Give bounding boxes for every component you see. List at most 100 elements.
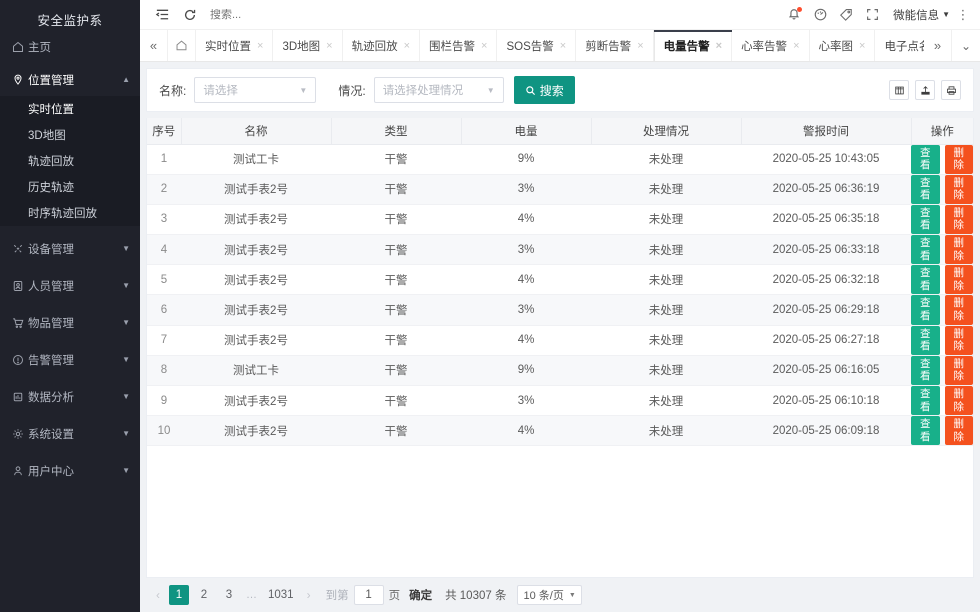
columns-icon[interactable] [889, 80, 909, 100]
sidebar-subitem-history-track[interactable]: 历史轨迹 [0, 174, 140, 200]
close-icon[interactable]: × [481, 40, 487, 52]
user-menu[interactable]: 微能信息 ▼ [893, 7, 950, 23]
tab-item[interactable]: 电量告警× [654, 30, 732, 61]
close-icon[interactable]: × [637, 40, 643, 52]
view-button[interactable]: 查看 [911, 235, 940, 264]
delete-button[interactable]: 删除 [945, 386, 974, 415]
row-action-group: 查看删除 [911, 205, 973, 234]
menu-collapse-icon[interactable] [148, 1, 176, 29]
view-button[interactable]: 查看 [911, 356, 940, 385]
dashboard-icon[interactable] [807, 2, 833, 28]
delete-button[interactable]: 删除 [945, 175, 974, 204]
close-icon[interactable]: × [257, 40, 263, 52]
page-size-select[interactable]: 10 条/页 ▼ [517, 585, 581, 605]
sidebar-item-system-settings[interactable]: 系统设置 ▼ [0, 417, 140, 450]
pagination-next-button[interactable]: › [303, 588, 315, 602]
tag-icon[interactable] [833, 2, 859, 28]
delete-button[interactable]: 删除 [945, 326, 974, 355]
tab-strip: « 实时位置×3D地图×轨迹回放×围栏告警×SOS告警×剪断告警×电量告警×心率… [140, 30, 980, 62]
cell-battery: 3% [461, 295, 591, 325]
chevron-down-icon: ▼ [122, 393, 130, 401]
tab-item[interactable]: 实时位置× [196, 30, 273, 61]
sidebar-item-personnel-management[interactable]: 人员管理 ▼ [0, 269, 140, 302]
more-options-icon[interactable]: ⋮ [954, 8, 972, 21]
delete-button[interactable]: 删除 [945, 145, 974, 174]
cell-idx: 2 [147, 174, 181, 204]
sidebar-item-item-management[interactable]: 物品管理 ▼ [0, 306, 140, 339]
sidebar-item-data-analysis[interactable]: 数据分析 ▼ [0, 380, 140, 413]
close-icon[interactable]: × [326, 40, 332, 52]
tab-item[interactable]: 心率告警× [732, 30, 809, 61]
close-icon[interactable]: × [404, 40, 410, 52]
view-button[interactable]: 查看 [911, 175, 940, 204]
table-row: 3测试手表2号干警4%未处理2020-05-25 06:35:18查看删除 [147, 204, 973, 234]
cell-battery: 3% [461, 174, 591, 204]
delete-button[interactable]: 删除 [945, 356, 974, 385]
tab-item[interactable]: 剪断告警× [576, 30, 653, 61]
sidebar-item-device-management[interactable]: 设备管理 ▼ [0, 232, 140, 265]
close-icon[interactable]: × [560, 40, 566, 52]
tab-item[interactable]: SOS告警× [497, 30, 576, 61]
tab-item[interactable]: 电子点名统计图× [875, 30, 924, 61]
cell-type: 干警 [331, 265, 461, 295]
delete-button[interactable]: 删除 [945, 295, 974, 324]
sidebar-item-home[interactable]: 主页 [0, 30, 140, 63]
bell-icon[interactable] [781, 2, 807, 28]
cell-idx: 4 [147, 235, 181, 265]
tab-list: 实时位置×3D地图×轨迹回放×围栏告警×SOS告警×剪断告警×电量告警×心率告警… [196, 30, 924, 61]
view-button[interactable]: 查看 [911, 326, 940, 355]
tab-item[interactable]: 3D地图× [273, 30, 342, 61]
home-tab-icon[interactable] [168, 30, 196, 61]
pagination-page-3[interactable]: 3 [219, 585, 239, 605]
close-icon[interactable]: × [716, 40, 722, 52]
delete-button[interactable]: 删除 [945, 416, 974, 445]
sidebar-subitem-track-playback[interactable]: 轨迹回放 [0, 148, 140, 174]
cell-name: 测试手表2号 [181, 265, 331, 295]
delete-button[interactable]: 删除 [945, 235, 974, 264]
jump-to-input[interactable] [354, 585, 384, 605]
tab-item[interactable]: 围栏告警× [420, 30, 497, 61]
pagination-last-page[interactable]: 1031 [264, 585, 298, 605]
sidebar-item-alarm-management[interactable]: 告警管理 ▼ [0, 343, 140, 376]
data-table-container: 序号名称类型电量处理情况警报时间操作 1测试工卡干警9%未处理2020-05-2… [146, 118, 974, 578]
cell-name: 测试手表2号 [181, 386, 331, 416]
tabs-dropdown-button[interactable]: ⌄ [952, 30, 980, 61]
sidebar-item-location-management[interactable]: 位置管理 ▲ [0, 63, 140, 96]
view-button[interactable]: 查看 [911, 145, 940, 174]
view-button[interactable]: 查看 [911, 205, 940, 234]
view-button[interactable]: 查看 [911, 265, 940, 294]
fullscreen-icon[interactable] [859, 2, 885, 28]
pagination-page-2[interactable]: 2 [194, 585, 214, 605]
view-button[interactable]: 查看 [911, 386, 940, 415]
search-input[interactable] [210, 9, 320, 21]
cell-time: 2020-05-25 06:33:18 [741, 235, 911, 265]
tabs-scroll-left-button[interactable]: « [140, 30, 168, 61]
cell-time: 2020-05-25 06:36:19 [741, 174, 911, 204]
view-button[interactable]: 查看 [911, 295, 940, 324]
sidebar-subitem-realtime-location[interactable]: 实时位置 [0, 96, 140, 122]
sidebar-item-user-center[interactable]: 用户中心 ▼ [0, 454, 140, 487]
close-icon[interactable]: × [859, 40, 865, 52]
sidebar-submenu-location: 实时位置 3D地图 轨迹回放 历史轨迹 时序轨迹回放 [0, 96, 140, 226]
pagination-page-1[interactable]: 1 [169, 585, 189, 605]
tab-item[interactable]: 轨迹回放× [343, 30, 420, 61]
sidebar-subitem-timeline-track-playback[interactable]: 时序轨迹回放 [0, 200, 140, 226]
print-icon[interactable] [941, 80, 961, 100]
delete-button[interactable]: 删除 [945, 265, 974, 294]
refresh-icon[interactable] [176, 1, 204, 29]
delete-button[interactable]: 删除 [945, 205, 974, 234]
close-icon[interactable]: × [793, 40, 799, 52]
view-button[interactable]: 查看 [911, 416, 940, 445]
jump-confirm-button[interactable]: 确定 [405, 587, 436, 603]
cell-actions: 查看删除 [911, 325, 973, 355]
tab-item[interactable]: 心率图× [810, 30, 876, 61]
tabs-scroll-right-button[interactable]: » [924, 30, 952, 61]
pagination-prev-button[interactable]: ‹ [152, 588, 164, 602]
sidebar-subitem-3d-map[interactable]: 3D地图 [0, 122, 140, 148]
export-icon[interactable] [915, 80, 935, 100]
name-filter-select[interactable]: 请选择 ▼ [194, 77, 316, 103]
chevron-down-icon: ▼ [299, 86, 307, 95]
status-filter-select[interactable]: 请选择处理情况 ▼ [374, 77, 504, 103]
search-button[interactable]: 搜索 [514, 76, 575, 104]
table-column-header: 电量 [461, 118, 591, 144]
